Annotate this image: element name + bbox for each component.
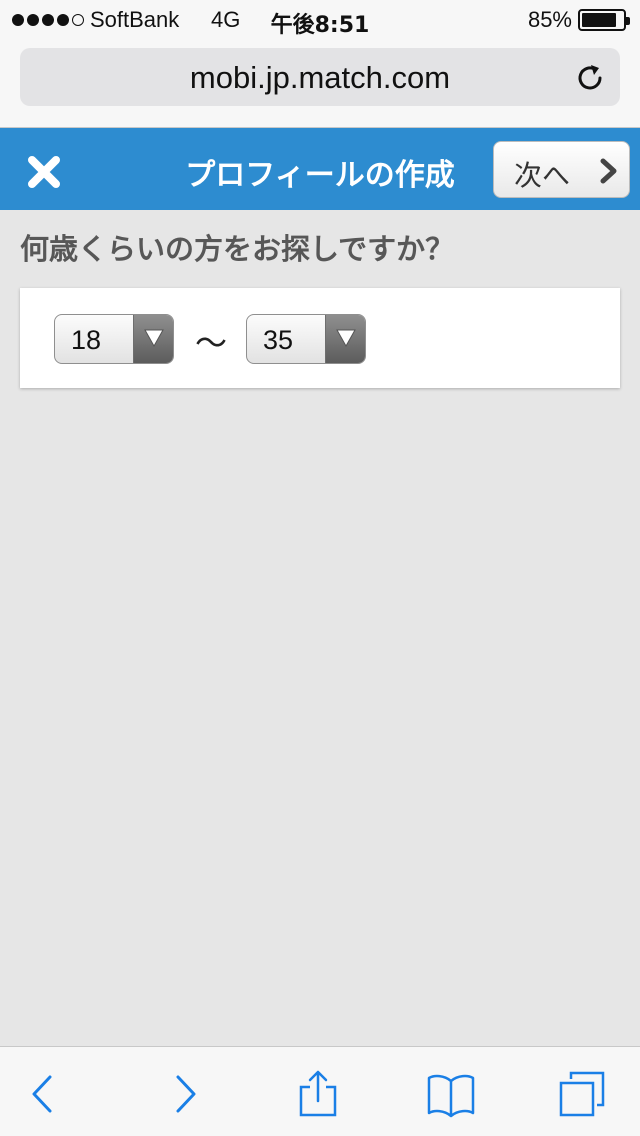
min-age-select[interactable]: 18 — [54, 314, 174, 364]
next-button[interactable]: 次へ — [493, 141, 630, 198]
chevron-right-icon — [600, 158, 617, 184]
reload-icon[interactable] — [574, 62, 606, 94]
max-age-select[interactable]: 35 — [246, 314, 366, 364]
status-bar: SoftBank 4G 午後8:51 85% — [0, 0, 640, 40]
forward-icon[interactable] — [160, 1069, 210, 1119]
tabs-icon[interactable] — [557, 1069, 607, 1119]
browser-address-area: mobi.jp.match.com — [0, 40, 640, 128]
address-bar[interactable]: mobi.jp.match.com — [20, 48, 620, 106]
battery-percent: 85% — [527, 7, 572, 32]
battery-icon — [578, 9, 630, 31]
next-button-label: 次へ — [514, 159, 571, 192]
question-heading: 何歳くらいの方をお探しですか？ — [20, 232, 455, 266]
bookmarks-icon[interactable] — [426, 1069, 476, 1119]
app-header: プロフィールの作成 次へ — [0, 128, 640, 210]
chevron-down-icon — [325, 315, 365, 363]
close-icon[interactable] — [24, 152, 64, 192]
age-range-panel: 18 〜 35 — [20, 288, 620, 388]
range-separator: 〜 — [195, 324, 228, 362]
back-icon[interactable] — [18, 1069, 68, 1119]
url-text[interactable]: mobi.jp.match.com — [20, 60, 620, 96]
browser-toolbar — [0, 1046, 640, 1136]
chevron-down-icon — [133, 315, 173, 363]
page-title: プロフィールの作成 — [185, 158, 455, 193]
max-age-value: 35 — [263, 325, 294, 355]
share-icon[interactable] — [293, 1069, 343, 1119]
min-age-value: 18 — [71, 325, 102, 355]
